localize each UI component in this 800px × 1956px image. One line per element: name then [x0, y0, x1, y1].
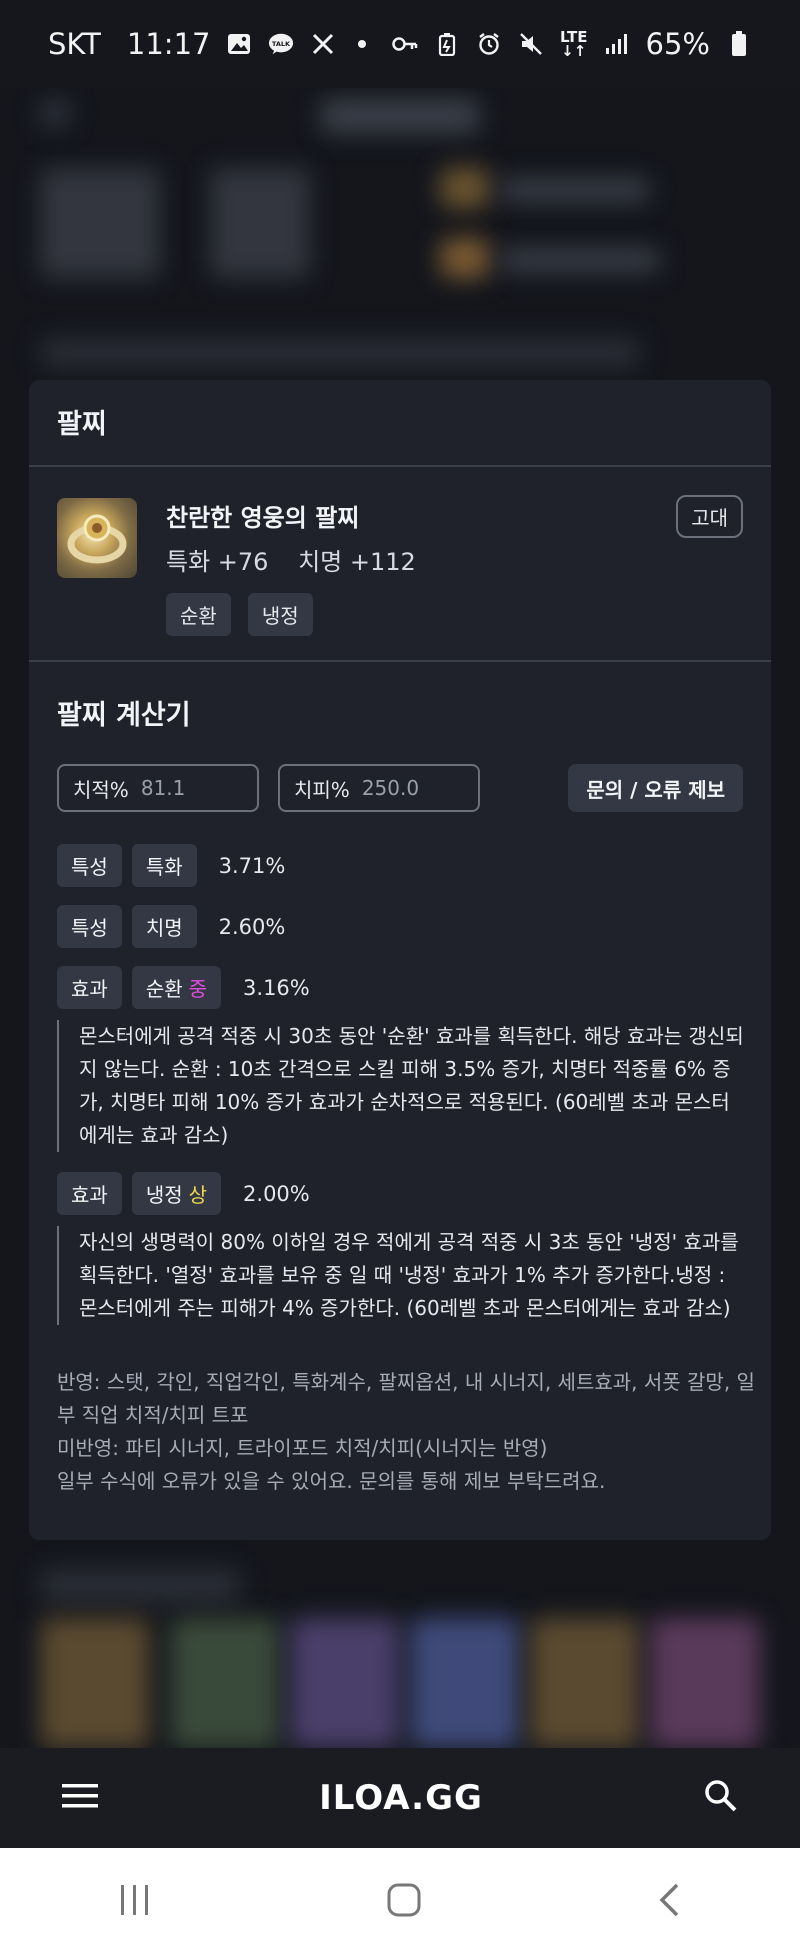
hamburger-icon[interactable]: [62, 1782, 98, 1814]
divider: [29, 660, 771, 662]
result-row: 효과 순환 중 3.16%: [57, 966, 310, 1009]
effect-description: 몬스터에게 공격 적중 시 30초 동안 '순환' 효과를 획득한다. 해당 효…: [57, 1020, 747, 1152]
effect-description: 자신의 생명력이 80% 이하일 경우 적에게 공격 적중 시 3초 동안 '냉…: [57, 1226, 747, 1325]
battery-icon: [726, 31, 752, 57]
row-value: 2.60%: [218, 914, 286, 939]
effect-grade: 중: [188, 977, 208, 1001]
calculator-title: 팔찌 계산기: [57, 700, 191, 731]
note-line: 일부 수식에 오류가 있을 수 있어요. 문의를 통해 제보 부탁드려요.: [57, 1469, 606, 1493]
row-type-chip: 특성: [57, 905, 122, 948]
battery-percent: 65%: [645, 27, 710, 61]
result-row: 효과 냉정 상 2.00%: [57, 1172, 310, 1215]
item-tags: 순환 냉정: [166, 593, 325, 636]
panel-title: 팔찌: [57, 409, 107, 440]
crit-rate-field[interactable]: 치적%: [57, 764, 259, 812]
report-error-button[interactable]: 문의 / 오류 제보: [568, 764, 743, 812]
note-line: 반영: 스탯, 각인, 직업각인, 특화계수, 팔찌옵션, 내 시너지, 세트효…: [57, 1370, 755, 1427]
row-value: 3.71%: [218, 853, 286, 878]
note-line: 미반영: 파티 시너지, 트라이포드 치적/치피(시너지는 반영): [57, 1436, 548, 1460]
clock: 11:17: [126, 27, 211, 61]
result-row: 특성 특화 3.71%: [57, 844, 285, 887]
key-icon: [392, 31, 418, 57]
system-nav-bar: [0, 1848, 800, 1956]
effect-grade: 상: [188, 1183, 208, 1207]
divider: [29, 465, 771, 467]
item-stat: 치명 +112: [298, 548, 416, 576]
calculator-notes: 반영: 스탯, 각인, 직업각인, 특화계수, 팔찌옵션, 내 시너지, 세트효…: [57, 1366, 757, 1498]
site-logo[interactable]: ILOA.GG: [319, 1778, 483, 1818]
bracelet-item-icon: [57, 498, 137, 578]
mute-icon: [518, 31, 544, 57]
item-name: 찬란한 영웅의 팔찌: [166, 504, 360, 532]
status-bar: SKT 11:17 TALK LTE ↓↑ 65%: [0, 0, 800, 88]
crit-rate-label: 치적%: [73, 777, 129, 802]
search-icon[interactable]: [704, 1779, 738, 1817]
talk-icon: TALK: [268, 31, 294, 57]
row-name-chip: 냉정 상: [131, 1172, 222, 1215]
row-value: 3.16%: [243, 975, 310, 1000]
gallery-icon: [226, 31, 252, 57]
row-type-chip: 효과: [57, 1172, 122, 1215]
row-name-chip: 특화: [131, 844, 197, 887]
item-stats: 특화 +76 치명 +112: [166, 542, 438, 577]
bracelet-panel: 팔찌 찬란한 영웅의 팔찌 특화 +76 치명 +112 고대 순환 냉정 팔찌…: [29, 380, 771, 1540]
svg-text:TALK: TALK: [272, 40, 291, 48]
notification-dot-icon: [358, 40, 367, 48]
item-tag: 순환: [166, 593, 231, 636]
signal-icon: [604, 31, 630, 57]
effect-name: 냉정: [145, 1183, 183, 1207]
row-name-chip: 치명: [131, 905, 197, 948]
row-type-chip: 효과: [57, 966, 122, 1009]
row-name-chip: 순환 중: [131, 966, 222, 1009]
row-type-chip: 특성: [57, 844, 122, 887]
x-icon: [310, 31, 336, 57]
recents-icon[interactable]: [117, 1883, 153, 1921]
item-stat: 특화 +76: [166, 548, 269, 576]
crit-damage-input[interactable]: [361, 776, 452, 800]
crit-rate-input[interactable]: [140, 776, 231, 800]
alarm-icon: [476, 31, 502, 57]
effect-name: 순환: [145, 977, 183, 1001]
carrier-label: SKT: [48, 27, 101, 61]
back-icon[interactable]: [655, 1882, 683, 1922]
crit-damage-field[interactable]: 치피%: [278, 764, 480, 812]
grade-badge: 고대: [676, 495, 743, 538]
app-bar: ILOA.GG: [0, 1748, 800, 1848]
row-value: 2.00%: [243, 1181, 310, 1206]
result-row: 특성 치명 2.60%: [57, 905, 285, 948]
crit-damage-label: 치피%: [294, 777, 350, 802]
network-type-label: LTE ↓↑: [559, 28, 588, 60]
battery-saver-icon: [434, 31, 460, 57]
item-tag: 냉정: [247, 593, 313, 636]
home-icon[interactable]: [386, 1882, 422, 1922]
